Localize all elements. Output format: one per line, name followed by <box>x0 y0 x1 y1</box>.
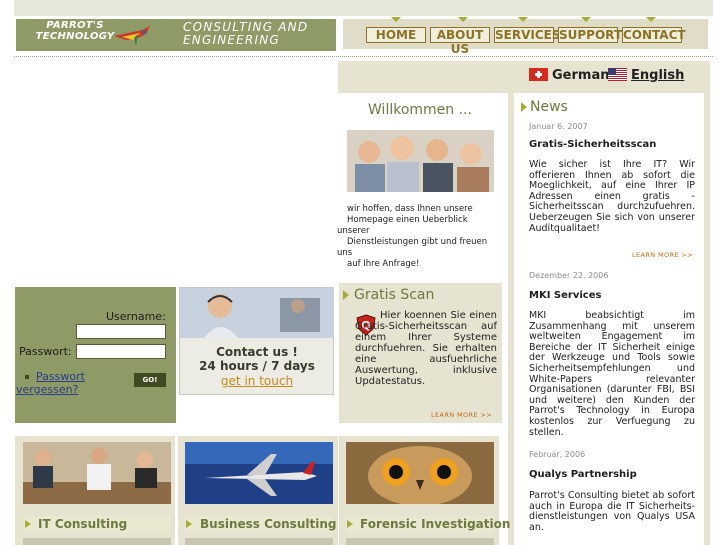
forgot-line[interactable]: vergessen? <box>16 383 116 396</box>
nav-support[interactable]: SUPPORT <box>558 27 622 43</box>
nav-contact[interactable]: CONTACT <box>622 27 686 43</box>
support-photo <box>180 288 334 338</box>
us-flag-icon[interactable] <box>608 68 627 81</box>
news-body: MKI beabsichtigt im Zusammenhang mit uns… <box>529 310 695 438</box>
nav-marker-icon <box>646 17 656 22</box>
welcome-title: Willkommen ... <box>368 102 472 118</box>
news-date: Februar, 2006 <box>529 450 586 459</box>
news-headline[interactable]: Qualys Partnership <box>529 469 637 481</box>
password-label: Passwort: <box>19 345 72 358</box>
service-footer <box>346 538 494 545</box>
get-in-touch-link[interactable]: get in touch <box>180 374 334 388</box>
gratis-learn-more-link[interactable]: LEARN MORE >> <box>431 411 492 419</box>
forgot-password-link[interactable]: Passwort vergessen? <box>16 370 116 396</box>
news-date: Januar 6. 2007 <box>529 122 588 131</box>
contact-hours: 24 hours / 7 days <box>199 359 315 373</box>
top-strip <box>14 0 713 16</box>
username-input[interactable] <box>76 324 166 339</box>
welcome-line: Homepage einen Ueberblick <box>347 215 468 225</box>
news-title: News <box>530 99 568 115</box>
nav-services[interactable]: SERVICES <box>494 27 560 43</box>
go-button[interactable]: GO! <box>134 373 166 387</box>
team-photo <box>347 130 494 192</box>
gratis-scan-text: Hier koennen Sie einen Gratis-Sicherheit… <box>355 310 497 387</box>
welcome-line: wir hoffen, dass Ihnen unsere <box>347 204 473 214</box>
arrow-icon <box>347 520 353 528</box>
service-business-consulting[interactable]: Business Consulting <box>200 517 336 531</box>
news-body: Parrot's Consulting bietet ab sofort auc… <box>529 490 695 533</box>
service-footer <box>23 538 171 545</box>
nav-marker-icon <box>518 17 528 22</box>
nav-marker-icon <box>391 17 401 22</box>
news-learn-more-link[interactable]: LEARN MORE >> <box>632 251 693 259</box>
owl-photo <box>346 442 494 504</box>
nav-marker-icon <box>458 17 468 22</box>
news-headline[interactable]: MKI Services <box>529 290 601 302</box>
welcome-line: unserer <box>337 226 370 236</box>
service-it-consulting[interactable]: IT Consulting <box>38 517 127 531</box>
language-english[interactable]: English <box>631 68 684 83</box>
forgot-line[interactable]: Passwort <box>16 370 116 383</box>
welcome-line: auf Ihre Anfrage! <box>347 259 420 269</box>
news-headline[interactable]: Gratis-Sicherheitsscan <box>529 139 656 151</box>
nav-home[interactable]: HOME <box>366 27 426 43</box>
welcome-line: uns <box>337 248 353 258</box>
password-input[interactable] <box>76 344 166 359</box>
contact-title: Contact us ! <box>216 345 298 359</box>
gratis-scan-body: Hier koennen Sie einen Gratis-Sicherheit… <box>355 310 497 387</box>
tagline: CONSULTING AND ENGINEERING <box>183 20 309 47</box>
nav-marker-icon <box>581 17 591 22</box>
meeting-photo <box>23 442 171 504</box>
username-label: Username: <box>106 310 166 323</box>
swiss-flag-icon[interactable] <box>529 68 548 81</box>
service-footer <box>185 538 333 545</box>
arrow-icon <box>186 520 192 528</box>
parrot-logo-icon <box>114 26 150 46</box>
airplane-photo <box>185 442 333 504</box>
gratis-scan-title: Gratis Scan <box>354 287 435 303</box>
divider <box>14 56 713 57</box>
service-forensic-investigation[interactable]: Forensic Investigation <box>360 517 510 531</box>
welcome-text: wir hoffen, dass Ihnen unsere Homepage e… <box>337 204 497 270</box>
language-german[interactable]: German <box>552 68 609 83</box>
welcome-line: Dienstleistungen gibt und freuen <box>347 237 488 247</box>
news-date: Dezember 22. 2006 <box>529 271 609 280</box>
nav-about-us[interactable]: ABOUT US <box>430 27 490 56</box>
arrow-icon <box>521 102 527 112</box>
arrow-icon <box>343 290 349 300</box>
news-body: Wie sicher ist Ihre IT? Wir offerieren I… <box>529 159 695 234</box>
arrow-icon <box>25 520 31 528</box>
